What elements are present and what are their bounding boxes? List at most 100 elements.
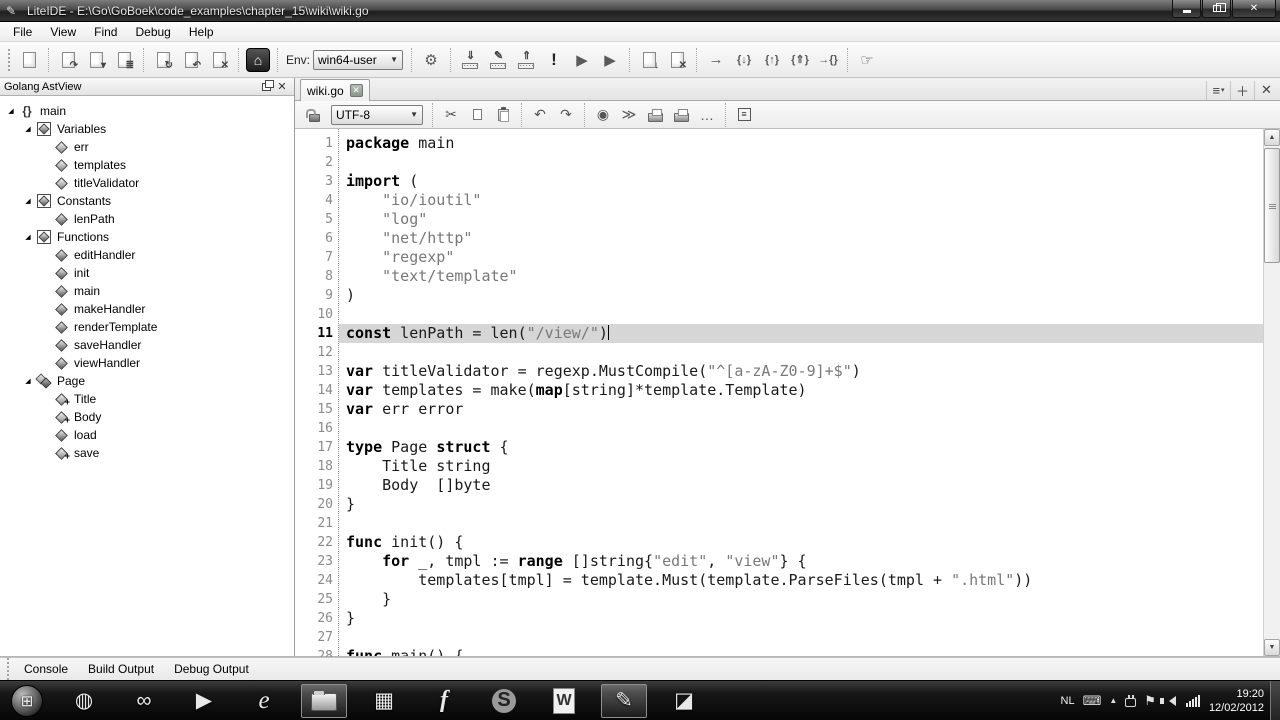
code-line[interactable]: } <box>339 495 1263 514</box>
windows-explorer-icon[interactable] <box>301 684 347 718</box>
print-preview-icon[interactable] <box>669 103 693 127</box>
tab-list-icon[interactable]: ≡▾ <box>1206 81 1230 100</box>
scroll-down-icon[interactable]: ▼ <box>1264 639 1280 656</box>
cut-icon[interactable]: ✂ <box>439 103 463 127</box>
fold-icon[interactable]: {↓} <box>731 47 757 73</box>
network-globe-icon[interactable]: ◍ <box>61 684 107 718</box>
media-player-icon[interactable]: ▶ <box>181 684 227 718</box>
export-icon[interactable]: ≫ <box>617 103 641 127</box>
tree-item-page[interactable]: ◢Page <box>0 372 294 390</box>
menu-item-file[interactable]: File <box>4 23 41 41</box>
scrollbar-thumb[interactable] <box>1264 148 1280 263</box>
code-lines[interactable]: package mainimport ( "io/ioutil" "log" "… <box>339 129 1263 656</box>
menu-item-help[interactable]: Help <box>180 23 223 41</box>
code-line[interactable]: "log" <box>339 210 1263 229</box>
output-tab-build-output[interactable]: Build Output <box>78 660 164 678</box>
build-icon[interactable]: ⇓ <box>457 47 483 73</box>
hidden-icons-arrow[interactable]: ▲ <box>1109 696 1117 705</box>
open-file-icon[interactable]: ↷ <box>55 47 81 73</box>
pan-hand-icon[interactable]: ☞ <box>854 47 880 73</box>
show-desktop-button[interactable] <box>1270 681 1280 720</box>
revert-file-icon[interactable]: ↶ <box>178 47 204 73</box>
expander-icon[interactable]: ◢ <box>21 197 35 205</box>
fold-all-icon[interactable]: {⇑} <box>787 47 813 73</box>
code-line[interactable]: var templates = make(map[string]*templat… <box>339 381 1263 400</box>
paste-icon[interactable] <box>491 103 515 127</box>
outline-icon[interactable]: ≡ <box>732 103 756 127</box>
menu-item-view[interactable]: View <box>41 23 85 41</box>
menu-item-debug[interactable]: Debug <box>126 23 179 41</box>
options-gear-icon[interactable]: ⚙ <box>418 47 444 73</box>
tree-item-err[interactable]: err <box>0 138 294 156</box>
expander-icon[interactable]: ◢ <box>21 125 35 133</box>
code-line[interactable]: var titleValidator = regexp.MustCompile(… <box>339 362 1263 381</box>
internet-explorer-icon[interactable]: e <box>241 684 287 718</box>
output-tab-console[interactable]: Console <box>14 660 78 678</box>
tab-close-icon[interactable]: ✕ <box>350 84 363 97</box>
new-file-icon[interactable] <box>16 47 42 73</box>
code-line[interactable]: "net/http" <box>339 229 1263 248</box>
tree-item-load[interactable]: load <box>0 426 294 444</box>
save-file-icon[interactable]: ▾ <box>83 47 109 73</box>
print-icon[interactable] <box>643 103 667 127</box>
tree-item-templates[interactable]: templates <box>0 156 294 174</box>
tree-item-variables[interactable]: ◢Variables <box>0 120 294 138</box>
firefox-icon[interactable]: f <box>421 684 467 718</box>
code-line[interactable] <box>339 419 1263 438</box>
close-button[interactable]: ✕ <box>1232 0 1276 18</box>
code-area[interactable]: 1234567891011121314151617181920212223242… <box>295 129 1280 656</box>
output-tab-debug-output[interactable]: Debug Output <box>164 660 259 678</box>
record-icon[interactable]: ◉ <box>591 103 615 127</box>
scroll-up-icon[interactable]: ▲ <box>1264 129 1280 146</box>
image-editor-icon[interactable]: ◪ <box>661 684 707 718</box>
clock[interactable]: 19:20 12/02/2012 <box>1209 687 1264 715</box>
tree-item-title[interactable]: +Title <box>0 390 294 408</box>
build-file-icon[interactable]: ✎ <box>485 47 511 73</box>
code-line[interactable] <box>339 153 1263 172</box>
close-panel-button[interactable]: ✕ <box>274 80 290 94</box>
code-line[interactable]: ) <box>339 286 1263 305</box>
code-line[interactable]: func init() { <box>339 533 1263 552</box>
unfold-all-icon[interactable]: →{} <box>815 47 841 73</box>
tree-item-savehandler[interactable]: saveHandler <box>0 336 294 354</box>
keyboard-icon[interactable]: ⌨ <box>1083 693 1102 709</box>
menu-item-find[interactable]: Find <box>85 23 126 41</box>
start-button[interactable]: ⊞ <box>0 685 54 717</box>
restore-button[interactable] <box>1202 0 1231 18</box>
run-file-icon[interactable]: ▶ <box>597 47 623 73</box>
encoding-select[interactable]: UTF-8▼ <box>331 105 423 125</box>
close-file-icon[interactable]: ✕ <box>206 47 232 73</box>
tree-item-rendertemplate[interactable]: renderTemplate <box>0 318 294 336</box>
skype-icon[interactable]: S <box>481 684 527 718</box>
expander-icon[interactable]: ◢ <box>21 233 35 241</box>
unlock-icon[interactable] <box>302 103 326 127</box>
hardware-icon[interactable] <box>1125 698 1136 707</box>
volume-icon[interactable] <box>1164 696 1176 706</box>
code-line[interactable]: templates[tmpl] = template.Must(template… <box>339 571 1263 590</box>
code-line[interactable] <box>339 628 1263 647</box>
undo-icon[interactable]: ↶ <box>528 103 552 127</box>
tree-item-body[interactable]: +Body <box>0 408 294 426</box>
liteide-icon[interactable]: ✎ <box>601 684 647 718</box>
vertical-scrollbar[interactable]: ▲ ▼ <box>1263 129 1280 656</box>
copy-icon[interactable] <box>465 103 489 127</box>
code-line[interactable]: var err error <box>339 400 1263 419</box>
run-icon[interactable]: ▶ <box>569 47 595 73</box>
close-editor-icon[interactable]: ✕ <box>1254 81 1278 100</box>
tree-item-save[interactable]: +save <box>0 444 294 462</box>
tree-item-functions[interactable]: ◢Functions <box>0 228 294 246</box>
tree-item-viewhandler[interactable]: viewHandler <box>0 354 294 372</box>
action-center-flag-icon[interactable]: ⚑ <box>1144 693 1156 709</box>
code-line[interactable]: func main() { <box>339 647 1263 656</box>
goto-icon[interactable]: → <box>703 47 729 73</box>
reload-file-icon[interactable]: ↻ <box>150 47 176 73</box>
comment-icon[interactable]: ↓ <box>636 47 662 73</box>
tree-item-main[interactable]: main <box>0 282 294 300</box>
env-select[interactable]: win64-user▼ <box>313 50 403 70</box>
redo-icon[interactable]: ↷ <box>554 103 578 127</box>
install-icon[interactable]: ⇑ <box>513 47 539 73</box>
uncomment-icon[interactable]: ✕ <box>664 47 690 73</box>
current-line[interactable]: const lenPath = len("/view/") <box>339 324 1263 343</box>
code-line[interactable]: } <box>339 609 1263 628</box>
tree-item-makehandler[interactable]: makeHandler <box>0 300 294 318</box>
